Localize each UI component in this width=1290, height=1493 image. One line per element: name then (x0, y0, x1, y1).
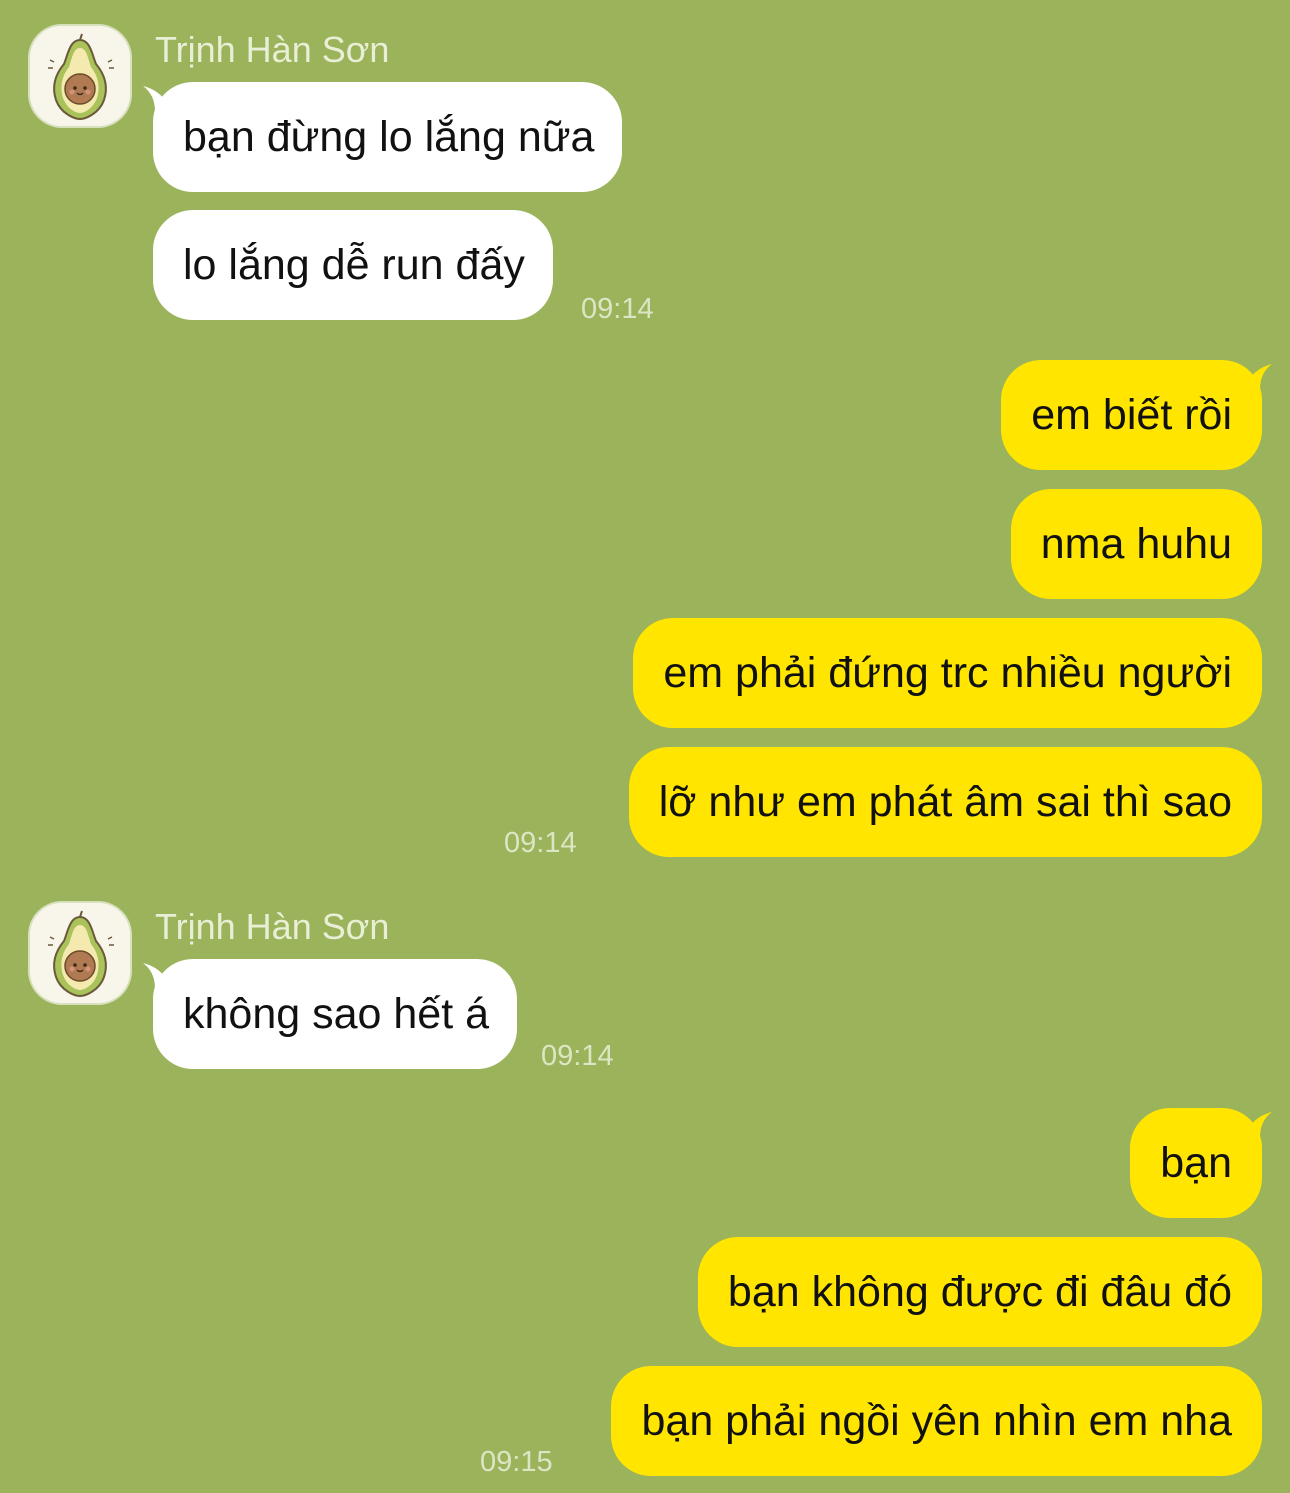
message-text: nma huhu (1040, 520, 1232, 568)
message-timestamp: 09:14 (541, 1040, 614, 1072)
message-text: bạn (1160, 1139, 1232, 1187)
message-bubble[interactable]: bạn đừng lo lắng nữa (153, 82, 623, 192)
message-text: em phải đứng trc nhiều người (663, 649, 1232, 697)
message-timestamp: 09:15 (480, 1446, 553, 1478)
message-bubble[interactable]: bạn phải ngồi yên nhìn em nha (611, 1366, 1262, 1476)
message-bubble[interactable]: em biết rồi (1001, 360, 1262, 470)
message-bubble[interactable]: em phải đứng trc nhiều người (633, 618, 1262, 728)
message-text: bạn không được đi đâu đó (727, 1268, 1232, 1316)
message-bubble[interactable]: không sao hết á (153, 959, 518, 1069)
message-text: bạn đừng lo lắng nữa (183, 113, 595, 161)
sender-avatar[interactable] (30, 26, 130, 126)
sender-name: Trịnh Hàn Sơn (155, 906, 390, 947)
message-text: không sao hết á (183, 990, 490, 1038)
message-bubble[interactable]: nma huhu (1010, 489, 1262, 599)
message-timestamp: 09:14 (581, 293, 654, 325)
message-timestamp: 09:14 (504, 827, 577, 859)
message-text: lỡ như em phát âm sai thì sao (658, 778, 1232, 826)
avocado-avatar-icon (30, 903, 130, 1003)
sender-avatar[interactable] (30, 903, 130, 1003)
message-bubble[interactable]: lo lắng dễ run đấy (153, 210, 553, 320)
message-bubble[interactable]: bạn không được đi đâu đó (697, 1237, 1262, 1347)
message-bubble[interactable]: bạn (1130, 1108, 1262, 1218)
message-text: em biết rồi (1031, 391, 1232, 439)
sender-name: Trịnh Hàn Sơn (155, 29, 390, 70)
message-text: bạn phải ngồi yên nhìn em nha (641, 1397, 1232, 1445)
message-bubble[interactable]: lỡ như em phát âm sai thì sao (628, 747, 1262, 857)
message-text: lo lắng dễ run đấy (183, 241, 525, 289)
avocado-avatar-icon (30, 26, 130, 126)
